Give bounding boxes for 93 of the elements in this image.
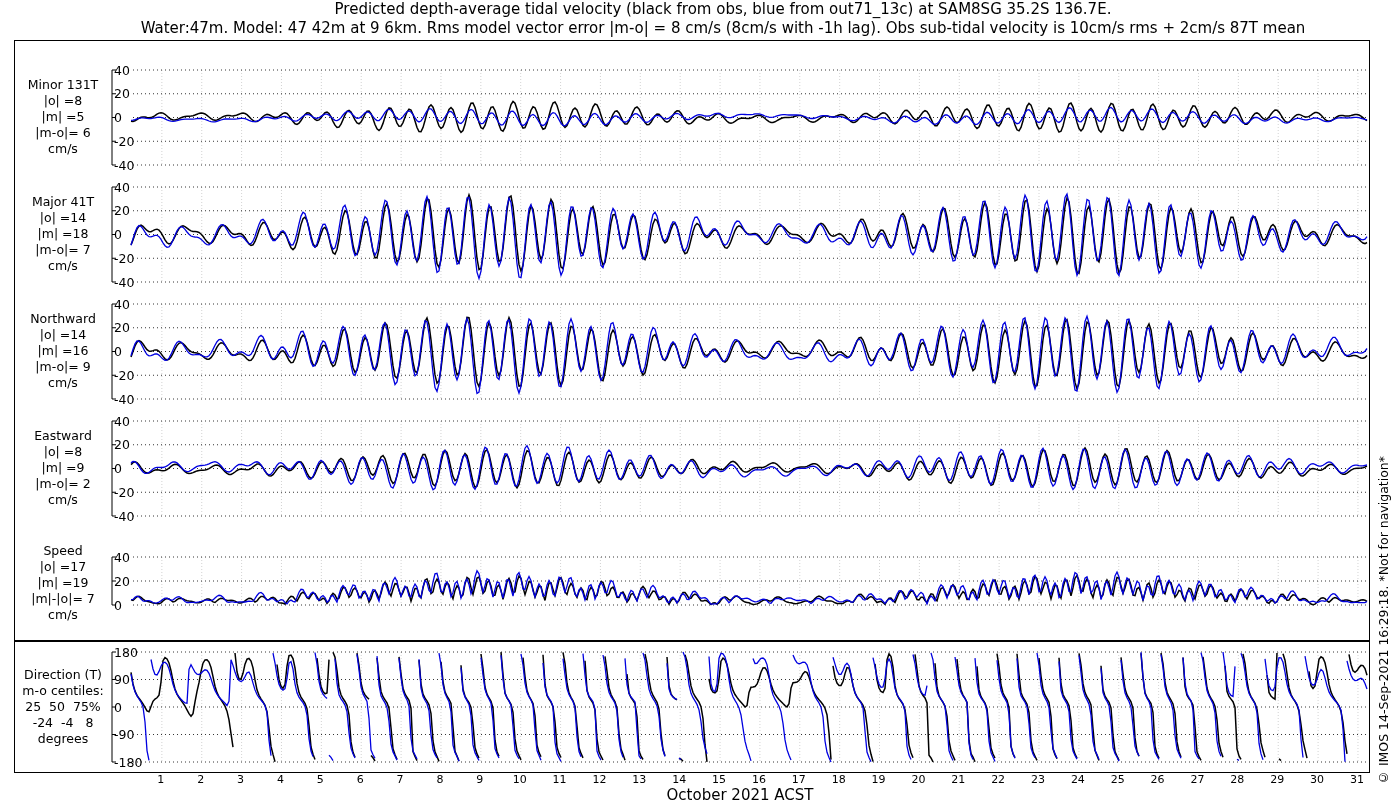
panel-label: cm/s (48, 257, 78, 274)
panel-label: degrees (37, 731, 89, 747)
panel-label: 25 50 75% (25, 699, 101, 715)
panel-label: |m-o|= 9 (35, 358, 91, 375)
x-tick-label: 23 (1031, 773, 1045, 786)
x-tick-label: 20 (911, 773, 926, 786)
panel-label: |o| =17 (39, 559, 87, 575)
panel-label: |m| =18 (37, 225, 89, 242)
panel-label: -24 -4 8 (32, 715, 94, 731)
x-tick-label: 11 (552, 773, 567, 786)
x-tick-label: 15 (712, 773, 727, 786)
panel-label: |o| =14 (39, 209, 87, 226)
y-tick-label: -90 (114, 727, 135, 742)
x-tick-label: 16 (751, 773, 766, 786)
panel-label: |m| =5 (41, 108, 85, 125)
y-tick-label: -20 (114, 367, 135, 383)
x-tick-label: 21 (951, 773, 966, 786)
y-tick-label: 40 (114, 179, 130, 195)
x-tick-label: 1 (157, 773, 165, 786)
x-tick-label: 18 (831, 773, 846, 786)
y-tick-label: -40 (114, 508, 135, 524)
y-tick-label: -40 (114, 274, 135, 290)
y-tick-label: 0 (114, 344, 122, 359)
y-tick-label: -20 (114, 133, 135, 149)
x-axis-label: October 2021 ACST (665, 787, 815, 800)
y-tick-label: 180 (114, 644, 138, 660)
y-tick-label: 20 (114, 573, 130, 589)
panel-label: |o| =8 (43, 443, 83, 460)
panel-label: |m-o|= 7 (35, 241, 91, 258)
panel-label: |m|-|o|= 7 (31, 591, 95, 607)
x-tick-label: 4 (276, 773, 284, 786)
x-tick-label: 29 (1270, 773, 1285, 786)
panel-label: |m-o|= 2 (35, 475, 91, 492)
x-tick-label: 30 (1310, 773, 1325, 786)
panel-label: Speed (43, 543, 83, 559)
x-tick-label: 7 (396, 773, 404, 786)
chart-title: Predicted depth-average tidal velocity (black from obs, blue from out71_13c) at SAM8SG 35.2S 136.7E. (334, 0, 1112, 19)
chart-title: Water:47m. Model: 47 42m at 9 6km. Rms model vector error |m-o| = 8 cm/s (8cm/s with -1h lag). Obs sub-tidal velocity is 10cm/s rms + 2cm/s 87T mean (140, 19, 1306, 38)
y-tick-label: -40 (114, 157, 135, 173)
panel-label: cm/s (48, 491, 78, 508)
panel-label: Northward (30, 310, 96, 327)
x-tick-label: 22 (991, 773, 1006, 786)
x-tick-label: 26 (1150, 773, 1165, 786)
y-tick-label: 0 (114, 699, 122, 715)
x-tick-label: 25 (1110, 773, 1125, 786)
panel-label: |m| =9 (41, 459, 85, 476)
panel-label: cm/s (48, 140, 78, 157)
x-tick-label: 31 (1349, 773, 1364, 786)
y-tick-label: 20 (114, 86, 130, 102)
panel-label: |m| =16 (37, 342, 89, 359)
y-tick-label: 0 (114, 461, 122, 476)
x-tick-label: 24 (1070, 773, 1085, 786)
y-tick-label: 0 (114, 110, 122, 125)
panel-label: |m-o|= 6 (35, 124, 91, 141)
x-tick-label: 14 (672, 773, 687, 786)
x-tick-label: 5 (316, 773, 324, 786)
panel-label: Minor 131T (27, 76, 99, 93)
y-tick-label: 40 (114, 62, 130, 78)
panel-label: Direction (T) (24, 667, 102, 683)
y-tick-label: -40 (114, 391, 135, 407)
y-tick-label: 40 (114, 296, 130, 312)
panel-label: |o| =8 (43, 92, 83, 109)
x-tick-label: 10 (512, 773, 527, 786)
y-tick-label: -20 (114, 250, 135, 266)
y-tick-label: 20 (114, 320, 130, 336)
panel-label: m-o centiles: (22, 683, 104, 699)
y-tick-label: 20 (114, 203, 130, 219)
y-tick-label: 40 (114, 413, 130, 429)
panel-label: |m| =19 (37, 575, 89, 591)
panel-label: Major 41T (31, 193, 95, 210)
x-tick-label: 13 (632, 773, 647, 786)
x-tick-label: 17 (791, 773, 806, 786)
x-tick-label: 12 (592, 773, 607, 786)
panel-label: |o| =14 (39, 326, 87, 343)
y-tick-label: 90 (114, 672, 130, 687)
x-tick-label: 6 (356, 773, 364, 786)
y-tick-label: -180 (114, 754, 143, 770)
y-tick-label: 40 (114, 549, 130, 565)
y-tick-label: -20 (114, 484, 135, 500)
panel-label: Eastward (34, 427, 92, 444)
x-tick-label: 19 (871, 773, 886, 786)
y-tick-label: 0 (114, 227, 122, 242)
x-tick-label: 2 (197, 773, 205, 786)
x-tick-label: 9 (476, 773, 484, 786)
credit-text: © IMOS 14-Sep-2021 16:29:18. *Not for navigation* (1376, 455, 1391, 785)
y-tick-label: 0 (114, 597, 122, 613)
x-tick-label: 3 (237, 773, 245, 786)
panel-label: cm/s (48, 374, 78, 391)
x-tick-label: 8 (436, 773, 444, 786)
y-tick-label: 20 (114, 437, 130, 453)
x-tick-label: 27 (1190, 773, 1205, 786)
panel-label: cm/s (48, 607, 78, 623)
x-tick-label: 28 (1230, 773, 1245, 786)
